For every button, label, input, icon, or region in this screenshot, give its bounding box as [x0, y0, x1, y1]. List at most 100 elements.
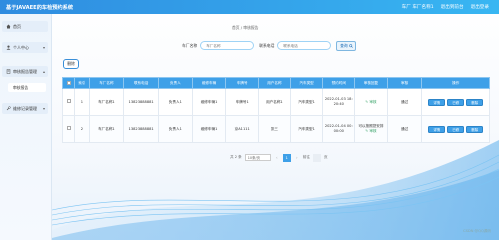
- sidebar-item-home[interactable]: 首页: [2, 21, 48, 32]
- column-header: 审核回复: [354, 77, 388, 89]
- cell-plate: 车牌号1: [225, 88, 260, 116]
- sidebar-item-profile[interactable]: 个人中心 ▾: [2, 42, 48, 53]
- chevron-down-icon: ▾: [42, 45, 45, 50]
- sidebar-item-label: 个人中心: [13, 44, 29, 50]
- cell-time: 2022-01-03 18:20:40: [322, 88, 356, 116]
- sidebar-item-repair-records[interactable]: 维修记录管理 ▾: [2, 103, 48, 114]
- search-label-phone: 联系电话: [259, 42, 275, 48]
- user-icon: [6, 45, 11, 50]
- cell-reply: 可以按照您安排 ✎ 审核: [354, 115, 388, 143]
- top-bar: 基于JAVAEE的车检预约系统 车厂 车厂名称1 退出到前台 退出登录: [0, 0, 499, 14]
- column-header: 联系电话: [123, 77, 159, 89]
- cell-car-type: 汽车类型1: [289, 88, 324, 116]
- sidebar-item-audit-reports[interactable]: 审核报告管理 ▴: [2, 66, 48, 77]
- cell-phone: 13823888881: [123, 115, 159, 143]
- column-header: 索引: [74, 77, 90, 89]
- search-button[interactable]: 查询: [336, 40, 357, 51]
- search-button-label: 查询: [340, 42, 348, 48]
- cell-actions: 详情 已修 删除: [421, 115, 490, 143]
- sidebar: 首页 个人中心 ▾ 审核报告管理 ▴ 审核报告 维修记录管理 ▾: [0, 14, 52, 240]
- sidebar-item-label: 审核报告管理: [13, 68, 37, 74]
- row-checkbox[interactable]: [66, 99, 71, 103]
- cell-reply: ✎ 审核: [354, 88, 388, 116]
- sidebar-item-label: 首页: [13, 23, 21, 29]
- goto-label: 前往: [302, 155, 310, 159]
- goto-page-input[interactable]: [312, 153, 321, 162]
- goto-suffix: 页: [323, 155, 328, 159]
- home-icon: [6, 24, 11, 29]
- row-select-cell[interactable]: [61, 115, 76, 143]
- sidebar-subitem-audit-report[interactable]: 审核报告: [8, 83, 46, 92]
- cell-car-type: 汽车类型1: [289, 115, 324, 143]
- breadcrumb: 首页 / 审核报告: [232, 25, 259, 30]
- select-all-checkbox[interactable]: [66, 80, 71, 85]
- cell-factory-name: 车厂名称1: [88, 88, 125, 116]
- table-row: 2 车厂名称1 13823888881 负责人1 维修车辆1 京A1111 张三…: [61, 115, 490, 143]
- audit-edit-holder: ✎ 审核: [356, 100, 386, 105]
- document-icon: [6, 69, 11, 74]
- detail-button[interactable]: 详情: [428, 98, 446, 106]
- top-links: 车厂 车厂名称1 退出到前台 退出登录: [402, 4, 489, 10]
- cell-audit-status: 通过: [386, 115, 423, 143]
- delete-row-button[interactable]: 删除: [466, 98, 484, 106]
- cell-time: 2022-01-04 00:00:00: [322, 115, 356, 143]
- audit-report-table: 索引 车厂名称 联系电话 负责人 维修车辆 车牌号 用户名称 汽车类型 预约时间…: [61, 77, 490, 143]
- cell-phone: 13823888881: [123, 88, 159, 116]
- detail-button[interactable]: 详情: [428, 125, 446, 133]
- current-user-label: 车厂 车厂名称1: [401, 5, 434, 10]
- cell-factory-name: 车厂名称1: [88, 115, 125, 143]
- cell-actions: 详情 已修 删除: [421, 88, 490, 116]
- cell-owner: 负责人1: [157, 115, 193, 143]
- exit-to-front-link[interactable]: 退出到前台: [441, 4, 464, 10]
- delete-button[interactable]: 删除: [63, 59, 79, 69]
- prev-page-button[interactable]: ‹: [274, 154, 280, 161]
- search-label-factory: 车厂名称: [182, 42, 198, 48]
- page-button[interactable]: 1: [282, 153, 291, 162]
- table-row: 1 车厂名称1 13823888881 负责人1 维修车辆1 车牌号1 用户名称…: [61, 88, 490, 116]
- app-title: 基于JAVAEE的车检预约系统: [6, 4, 74, 11]
- column-header: 车厂名称: [88, 77, 125, 89]
- sidebar-item-label: 维修记录管理: [13, 105, 37, 111]
- row-select-cell[interactable]: [61, 88, 76, 116]
- sidebar-subitem-label: 审核报告: [13, 84, 29, 90]
- row-checkbox[interactable]: [66, 126, 71, 130]
- pagination: 共 2 条 10条/页 ‹ 1 › 前往 页: [230, 153, 328, 162]
- column-header: 维修车辆: [191, 77, 227, 89]
- column-header: 负责人: [157, 77, 193, 89]
- cell-user: 张三: [258, 115, 291, 143]
- cell-owner: 负责人1: [157, 88, 193, 116]
- page-size-select[interactable]: 10条/页: [244, 154, 271, 161]
- edit-audit-link[interactable]: ✎ 审核: [365, 129, 376, 133]
- repaired-button[interactable]: 已修: [447, 125, 465, 133]
- cell-audit-status: 通过: [386, 88, 423, 116]
- cell-index: 2: [74, 115, 90, 143]
- logout-link[interactable]: 退出登录: [471, 4, 489, 10]
- column-header: 汽车类型: [289, 77, 324, 89]
- audit-edit-holder: ✎ 审核: [356, 129, 386, 134]
- column-header: 用户名称: [258, 77, 291, 89]
- cell-index: 1: [74, 88, 90, 116]
- audit-status-text: 通过: [401, 126, 409, 131]
- select-all-cell[interactable]: [61, 77, 76, 89]
- chevron-up-icon: ▴: [42, 69, 45, 74]
- table-header-row: 索引 车厂名称 联系电话 负责人 维修车辆 车牌号 用户名称 汽车类型 预约时间…: [61, 77, 490, 89]
- factory-name-input[interactable]: [200, 41, 255, 50]
- search-row: 车厂名称 联系电话 查询: [182, 40, 357, 51]
- next-page-button[interactable]: ›: [294, 154, 300, 161]
- edit-audit-link[interactable]: ✎ 审核: [365, 100, 376, 104]
- column-header: 操作: [421, 77, 490, 89]
- phone-input[interactable]: [277, 41, 332, 50]
- search-icon: [348, 43, 353, 48]
- watermark: CSDN @QQ源码: [463, 229, 491, 233]
- cell-vehicle: 维修车辆1: [191, 115, 227, 143]
- audit-status-text: 通过: [401, 99, 409, 104]
- total-count: 共 2 条: [230, 155, 242, 159]
- cell-vehicle: 维修车辆1: [191, 88, 227, 116]
- column-header: 预约时间: [322, 77, 356, 89]
- column-header: 审核: [386, 77, 423, 89]
- column-header: 车牌号: [225, 77, 260, 89]
- cell-plate: 京A1111: [225, 115, 260, 143]
- delete-row-button[interactable]: 删除: [466, 125, 484, 133]
- repaired-button[interactable]: 已修: [447, 98, 465, 106]
- wrench-icon: [6, 106, 11, 111]
